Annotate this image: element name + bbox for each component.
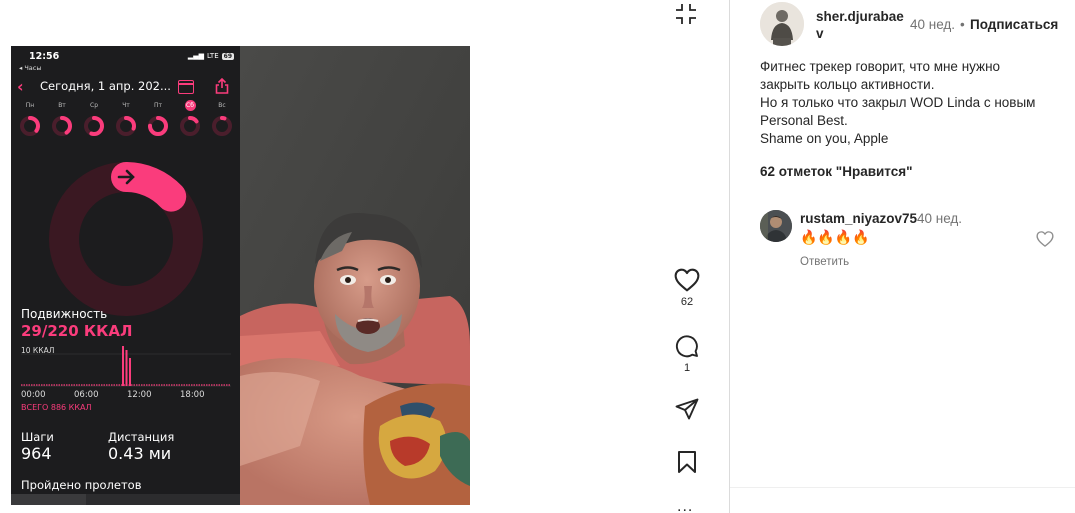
likes-count[interactable]: 62 отметок "Нравится": [760, 164, 913, 179]
caption-line: Но я только что закрыл WOD Linda с новым: [760, 95, 1036, 110]
week-day-label: Вс: [218, 102, 226, 109]
phone-header-title: Сегодня, 1 апр. 202...: [40, 79, 171, 93]
distance-label: Дистанция: [108, 430, 175, 444]
axis-label: 06:00: [74, 390, 99, 400]
post-caption: Фитнес трекер говорит, что мне нужно зак…: [760, 58, 1060, 148]
week-days: Пн Вт Ср Чт Пт Сб Вс: [17, 100, 235, 139]
phone-tab-active: [11, 494, 86, 505]
phone-share-icon: [215, 78, 229, 94]
actions-divider: [730, 487, 1075, 488]
comment-count: 1: [683, 362, 691, 374]
author-avatar[interactable]: [760, 2, 804, 46]
share-action: [663, 398, 711, 420]
week-day-label: Пт: [153, 102, 162, 109]
commenter-avatar[interactable]: [760, 210, 792, 242]
hour-bar: [129, 358, 131, 386]
caption-line: Shame on you, Apple: [760, 131, 889, 146]
total-label: ВСЕГО 886 ККАЛ: [21, 403, 92, 412]
chevron-left-icon: ‹: [17, 77, 24, 96]
week-day-label: Чт: [122, 102, 130, 109]
axis-label: 18:00: [180, 390, 205, 400]
follow-button[interactable]: Подписаться: [970, 17, 1058, 32]
selfie-photo: [240, 46, 470, 505]
share-icon[interactable]: [675, 398, 699, 420]
commenter-username[interactable]: rustam_niyazov75: [800, 211, 917, 226]
phone-back-label: ◂ Часы: [19, 64, 42, 72]
comment-heart-icon[interactable]: [1036, 230, 1054, 248]
move-value: 29/220 ККАЛ: [21, 322, 133, 340]
comment-text: 🔥🔥🔥🔥: [800, 229, 870, 245]
hour-bar: [122, 346, 124, 386]
post-viewer: 12:56 ◂ Часы ▂▄▆ LTE 69 ‹ Сегодня, 1 апр…: [0, 0, 1075, 513]
week-day[interactable]: Вт: [49, 100, 75, 139]
hourly-bars: [21, 346, 231, 387]
steps-value: 964: [21, 444, 52, 463]
week-day-label: Вт: [58, 102, 66, 109]
day-ring: [20, 116, 40, 136]
day-ring: [148, 116, 168, 136]
move-label: Подвижность: [21, 307, 108, 321]
phone-status: ▂▄▆ LTE 69: [188, 52, 234, 60]
day-ring: [52, 116, 72, 136]
distance-value: 0.43 ми: [108, 444, 172, 463]
collapse-icon[interactable]: [674, 2, 698, 26]
signal-icon: ▂▄▆: [187, 52, 204, 60]
phone-tab-bar: [11, 494, 240, 505]
comment-action: 1: [663, 334, 711, 374]
like-count: 62: [680, 296, 694, 308]
activity-ring: [49, 162, 203, 316]
post-time[interactable]: 40 нед.: [910, 17, 955, 32]
day-ring: [116, 116, 136, 136]
caption-line: Фитнес трекер говорит, что мне нужно: [760, 59, 1001, 74]
phone-time: 12:56: [29, 51, 60, 62]
axis-label: 00:00: [21, 390, 46, 400]
week-day[interactable]: Ср: [81, 100, 107, 139]
more-icon[interactable]: ...: [677, 499, 693, 513]
calendar-icon: [178, 80, 194, 94]
heart-icon[interactable]: [674, 268, 700, 292]
week-day[interactable]: Сб: [177, 100, 203, 139]
chart-axis: 00:00 06:00 12:00 18:00: [21, 390, 231, 402]
bookmark-icon[interactable]: [676, 450, 698, 474]
axis-label: 12:00: [127, 390, 152, 400]
battery-icon: 69: [221, 52, 234, 60]
week-day[interactable]: Чт: [113, 100, 139, 139]
like-action: 62: [663, 268, 711, 308]
comment-time[interactable]: 40 нед.: [917, 211, 962, 226]
floors-label: Пройдено пролетов: [21, 478, 142, 492]
week-day-label: Сб: [184, 100, 196, 111]
caption-line: закрыть кольцо активности.: [760, 77, 935, 92]
post-image[interactable]: 12:56 ◂ Часы ▂▄▆ LTE 69 ‹ Сегодня, 1 апр…: [11, 46, 470, 505]
caption-line: Personal Best.: [760, 113, 848, 128]
week-day-label: Ср: [90, 102, 98, 109]
week-day-label: Пн: [25, 102, 35, 109]
save-action: [663, 450, 711, 474]
comment-item: rustam_niyazov75 40 нед. 🔥🔥🔥🔥 Ответить: [760, 209, 1060, 279]
hour-bar: [125, 350, 128, 386]
week-day[interactable]: Пн: [17, 100, 43, 139]
day-ring: [84, 116, 104, 136]
separator-dot: •: [960, 17, 965, 32]
comment-icon[interactable]: [674, 334, 700, 358]
network-label: LTE: [207, 52, 219, 60]
phone-header: ‹ Сегодня, 1 апр. 202...: [15, 76, 235, 98]
week-day[interactable]: Вс: [209, 100, 235, 139]
reply-button[interactable]: Ответить: [800, 256, 849, 268]
author-username[interactable]: sher.djurabaev: [816, 8, 906, 42]
day-ring: [212, 116, 232, 136]
week-day[interactable]: Пт: [145, 100, 171, 139]
day-ring: [180, 116, 200, 136]
panel-divider: [729, 0, 730, 513]
phone-screenshot: 12:56 ◂ Часы ▂▄▆ LTE 69 ‹ Сегодня, 1 апр…: [11, 46, 240, 505]
steps-label: Шаги: [21, 430, 54, 444]
